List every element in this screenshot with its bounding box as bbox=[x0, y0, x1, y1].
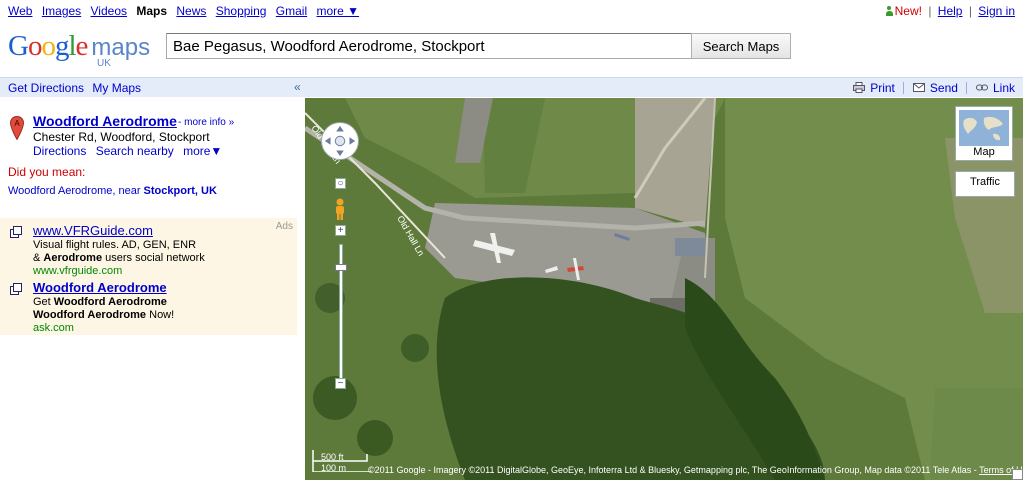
pan-control[interactable] bbox=[321, 122, 359, 160]
ad-text: & bbox=[33, 252, 44, 264]
world-map-icon bbox=[963, 116, 1003, 141]
product-links: Web Images Videos Maps News Shopping Gma… bbox=[8, 4, 365, 18]
ad-line: Get Woodford Aerodrome bbox=[33, 296, 167, 308]
separator: | bbox=[968, 4, 972, 18]
separator: | bbox=[928, 4, 932, 18]
ad-text: Now! bbox=[146, 309, 175, 321]
ad-item: Woodford Aerodrome Get Woodford Aerodrom… bbox=[8, 280, 288, 334]
ad-line: & Aerodrome users social network bbox=[33, 252, 205, 264]
ad-text: users social network bbox=[102, 252, 205, 264]
send-link[interactable]: Send bbox=[930, 81, 958, 95]
result-actions: Directions Search nearby more▼ bbox=[33, 144, 228, 158]
results-panel: A Woodford Aerodrome - more info » Chest… bbox=[0, 98, 305, 480]
map-type-label: Map bbox=[973, 146, 995, 158]
sign-in-link[interactable]: Sign in bbox=[978, 4, 1015, 18]
nav-videos[interactable]: Videos bbox=[91, 4, 127, 18]
map-toolbar: Get Directions My Maps « Print Send Link bbox=[0, 77, 1023, 97]
marker-letter: A bbox=[14, 119, 20, 128]
ad-item: www.VFRGuide.com Visual flight rules. AD… bbox=[8, 223, 288, 277]
logo-letter: e bbox=[75, 30, 89, 62]
scale-bar: 500 ft 100 m bbox=[311, 450, 371, 473]
suggestion-prefix: Woodford Aerodrome, near bbox=[8, 185, 144, 197]
ad-title-link[interactable]: Woodford Aerodrome bbox=[33, 280, 167, 295]
map-attribution: ©2011 Google - Imagery ©2011 DigitalGlob… bbox=[368, 465, 1023, 475]
chain-link-icon bbox=[975, 84, 988, 91]
more-info-link[interactable]: - more info » bbox=[178, 117, 234, 128]
nav-shopping[interactable]: Shopping bbox=[216, 4, 267, 18]
logo-letter: g bbox=[54, 30, 69, 62]
logo-region: UK bbox=[97, 58, 111, 69]
satellite-map[interactable]: Old Hall Ln Old Hall Ln ○ + − Map Traffi… bbox=[305, 98, 1023, 480]
did-you-mean-label: Did you mean: bbox=[8, 165, 86, 179]
nav-more[interactable]: more ▼ bbox=[316, 4, 359, 18]
logo-letter: l bbox=[68, 30, 76, 62]
ad-text: Get bbox=[33, 296, 54, 308]
envelope-icon bbox=[912, 83, 925, 92]
ads-box: Ads www.VFRGuide.com Visual flight rules… bbox=[0, 218, 297, 335]
external-link-icon bbox=[10, 283, 22, 295]
nav-images[interactable]: Images bbox=[42, 4, 81, 18]
ad-text-bold: Woodford Aerodrome bbox=[33, 309, 147, 321]
search-maps-button[interactable]: Search Maps bbox=[691, 33, 791, 59]
ad-url[interactable]: www.vfrguide.com bbox=[33, 265, 122, 277]
new-badge-link[interactable]: New! bbox=[895, 4, 922, 18]
satellite-imagery: Old Hall Ln Old Hall Ln bbox=[305, 98, 1023, 480]
resize-corner-icon[interactable] bbox=[1012, 469, 1023, 480]
street-view-pegman-icon[interactable] bbox=[333, 198, 347, 220]
traffic-button[interactable]: Traffic bbox=[955, 171, 1015, 197]
map-marker-a-icon[interactable]: A bbox=[10, 116, 24, 140]
zoom-in-button[interactable]: + bbox=[335, 225, 346, 236]
suggestion-place: Stockport, UK bbox=[143, 185, 217, 197]
map-type-button[interactable]: Map bbox=[955, 106, 1013, 161]
ad-line: Woodford Aerodrome Now! bbox=[33, 309, 174, 321]
nav-web[interactable]: Web bbox=[8, 4, 32, 18]
ad-text-bold: Woodford Aerodrome bbox=[53, 296, 167, 308]
logo-google-text: Google bbox=[8, 30, 89, 62]
more-actions-link[interactable]: more▼ bbox=[183, 144, 222, 158]
reset-view-button[interactable]: ○ bbox=[335, 178, 346, 189]
copyright-text: ©2011 Google - Imagery ©2011 DigitalGlob… bbox=[368, 465, 980, 475]
link-link[interactable]: Link bbox=[993, 81, 1015, 95]
nav-news[interactable]: News bbox=[176, 4, 206, 18]
scale-feet: 500 ft bbox=[321, 452, 344, 462]
top-navigation-bar: Web Images Videos Maps News Shopping Gma… bbox=[0, 0, 1023, 22]
account-links: New! | Help | Sign in bbox=[885, 4, 1015, 18]
search-input[interactable] bbox=[166, 33, 692, 59]
ad-title-link[interactable]: www.VFRGuide.com bbox=[33, 223, 153, 238]
directions-link[interactable]: Directions bbox=[33, 144, 86, 158]
logo-letter: o bbox=[41, 30, 55, 62]
ad-url[interactable]: ask.com bbox=[33, 322, 74, 334]
zoom-slider-thumb[interactable] bbox=[335, 264, 347, 271]
logo-letter: o bbox=[27, 30, 42, 62]
logo-maps-text: maps bbox=[91, 34, 151, 61]
printer-icon bbox=[852, 82, 865, 93]
result-title-link[interactable]: Woodford Aerodrome bbox=[33, 113, 177, 129]
ad-text-bold: Aerodrome bbox=[43, 252, 103, 264]
nav-maps-selected: Maps bbox=[136, 4, 168, 18]
divider bbox=[903, 82, 905, 94]
external-link-icon bbox=[10, 226, 22, 238]
scale-meters: 100 m bbox=[321, 463, 347, 473]
search-nearby-link[interactable]: Search nearby bbox=[96, 144, 174, 158]
print-link[interactable]: Print bbox=[870, 81, 895, 95]
get-directions-link[interactable]: Get Directions bbox=[8, 81, 84, 95]
map-thumbnail bbox=[959, 110, 1009, 146]
ad-line: Visual flight rules. AD, GEN, ENR bbox=[33, 239, 197, 251]
my-maps-link[interactable]: My Maps bbox=[92, 81, 141, 95]
nav-gmail[interactable]: Gmail bbox=[276, 4, 307, 18]
person-icon bbox=[885, 6, 893, 16]
google-maps-logo[interactable]: Google maps UK bbox=[8, 30, 158, 70]
zoom-out-button[interactable]: − bbox=[335, 378, 346, 389]
logo-letter: G bbox=[8, 30, 29, 62]
help-link[interactable]: Help bbox=[938, 4, 963, 18]
collapse-panel-button[interactable]: « bbox=[294, 80, 301, 94]
divider bbox=[966, 82, 968, 94]
suggestion-link[interactable]: Woodford Aerodrome, near Stockport, UK bbox=[8, 185, 217, 197]
result-address: Chester Rd, Woodford, Stockport bbox=[33, 130, 210, 144]
